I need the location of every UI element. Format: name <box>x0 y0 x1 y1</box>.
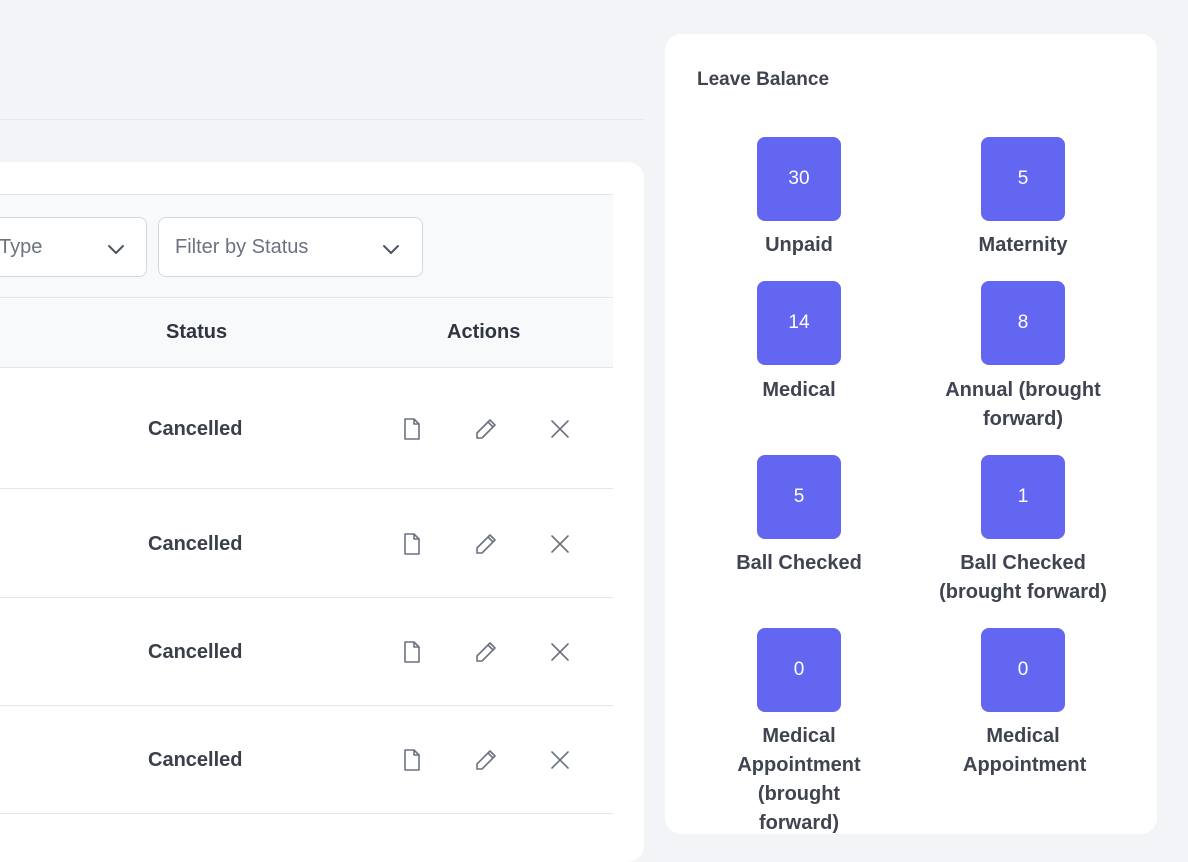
balance-label-ball-checked: Ball Checked <box>736 552 862 574</box>
document-icon[interactable] <box>400 417 424 441</box>
status-cell: Cancelled <box>148 418 243 440</box>
table-row <box>0 489 613 598</box>
balance-label-maternity: Maternity <box>978 234 1068 256</box>
pencil-icon[interactable] <box>474 748 498 772</box>
table-row <box>0 368 613 489</box>
pencil-icon[interactable] <box>474 640 498 664</box>
status-cell: Cancelled <box>148 533 243 555</box>
balance-tile-ball-checked: 5 <box>757 455 841 539</box>
close-icon[interactable] <box>548 417 572 441</box>
table-row <box>0 706 613 814</box>
balance-tile-medical-appointment-brought-forward: 0 <box>757 628 841 712</box>
status-cell: Cancelled <box>148 641 243 663</box>
balance-tile-maternity: 5 <box>981 137 1065 221</box>
close-icon[interactable] <box>548 640 572 664</box>
close-icon[interactable] <box>548 532 572 556</box>
document-icon[interactable] <box>400 640 424 664</box>
status-cell: Cancelled <box>148 749 243 771</box>
pencil-icon[interactable] <box>474 532 498 556</box>
leave-balance-title: Leave Balance <box>697 69 830 90</box>
filter-by-status-select[interactable]: Filter by Status <box>158 217 423 277</box>
filter-by-type-select[interactable]: Type <box>0 217 147 277</box>
balance-label-ball-checked-brought-forward: Ball Checked (brought forward) <box>939 552 1107 603</box>
balance-tile-unpaid: 30 <box>757 137 841 221</box>
balance-label-medical: Medical <box>762 379 836 401</box>
filter-status-placeholder: Filter by Status <box>175 236 309 258</box>
chevron-down-icon <box>383 245 399 254</box>
header-divider <box>0 119 643 120</box>
balance-tile-medical: 14 <box>757 281 841 365</box>
balance-tile-annual-brought-forward: 8 <box>981 281 1065 365</box>
column-header-status: Status <box>166 321 228 343</box>
balance-tile-medical-appointment: 0 <box>981 628 1065 712</box>
close-icon[interactable] <box>548 748 572 772</box>
table-header: Status Actions <box>0 299 613 368</box>
document-icon[interactable] <box>400 748 424 772</box>
table-row <box>0 598 613 706</box>
pencil-icon[interactable] <box>474 417 498 441</box>
balance-label-medical-appointment-brought-forward: Medical Appointment (brought forward) <box>737 725 861 834</box>
balance-label-unpaid: Unpaid <box>765 234 833 256</box>
filter-type-placeholder: Type <box>0 236 43 258</box>
balance-tile-ball-checked-brought-forward: 1 <box>981 455 1065 539</box>
balance-label-annual-brought-forward: Annual (brought forward) <box>945 379 1101 430</box>
column-header-actions: Actions <box>447 321 521 343</box>
leave-balance-card <box>665 34 1157 834</box>
document-icon[interactable] <box>400 532 424 556</box>
balance-label-medical-appointment: Medical Appointment <box>963 725 1087 776</box>
chevron-down-icon <box>108 245 124 254</box>
